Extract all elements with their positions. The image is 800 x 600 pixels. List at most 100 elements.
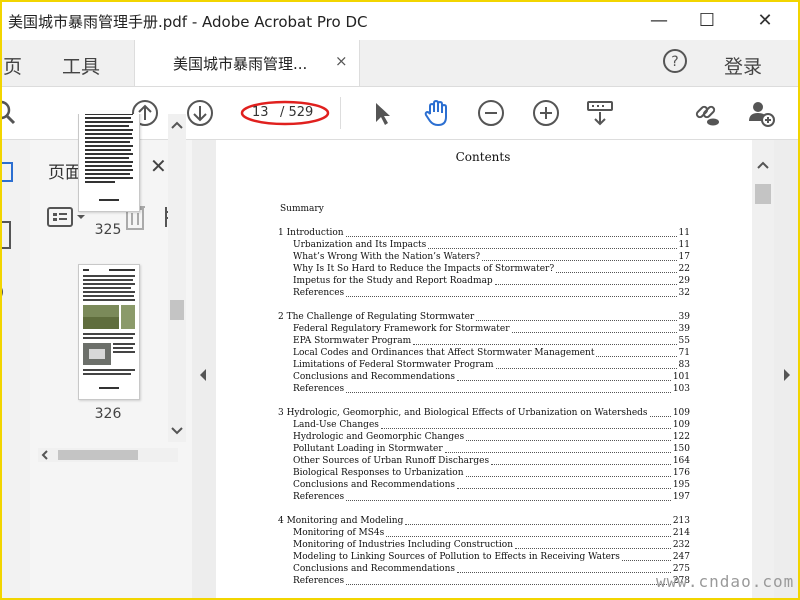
- toc-entry-title: Other Sources of Urban Runoff Discharges: [293, 456, 490, 466]
- toc-section[interactable]: Pollutant Loading in Stormwater 150: [293, 444, 690, 456]
- current-page-input[interactable]: 13: [252, 105, 269, 120]
- toc-chapter[interactable]: 3 Hydrologic, Geomorphic, and Biological…: [278, 408, 690, 420]
- toc-section[interactable]: Conclusions and Recommendations 101: [293, 372, 690, 384]
- thumbnail-image-preview: [83, 269, 135, 389]
- tab-document[interactable]: 美国城市暴雨管理... ×: [134, 40, 360, 86]
- toc-entry-title: 2 The Challenge of Regulating Stormwater: [278, 312, 475, 322]
- thumbnail-page[interactable]: [78, 114, 140, 212]
- maximize-button[interactable]: ☐: [684, 2, 730, 40]
- tab-row: 主页 工具 美国城市暴雨管理... × ? 登录: [2, 40, 798, 87]
- toc-section[interactable]: Conclusions and Recommendations 275: [293, 564, 690, 576]
- toc-section[interactable]: References 278: [293, 576, 690, 588]
- select-cursor-icon[interactable]: [368, 99, 396, 127]
- scroll-up-icon[interactable]: [757, 160, 769, 170]
- toc-section[interactable]: Impetus for the Study and Report Roadmap…: [293, 276, 690, 288]
- right-collapse-bar[interactable]: [774, 140, 798, 598]
- toc-section[interactable]: Limitations of Federal Stormwater Progra…: [293, 360, 690, 372]
- page-number-field[interactable]: 13 / 529: [240, 100, 330, 126]
- toc-entry-title: References: [293, 492, 345, 502]
- toc-section[interactable]: What’s Wrong With the Nation’s Waters? 17: [293, 252, 690, 264]
- toc-chapter[interactable]: 4 Monitoring and Modeling 213: [278, 516, 690, 528]
- toc-leader-dots: [494, 276, 677, 285]
- toc-chapter[interactable]: 2 The Challenge of Regulating Stormwater…: [278, 312, 690, 324]
- toc-chapter[interactable]: 1 Introduction 11: [278, 228, 690, 240]
- toc-entry-page: 83: [678, 360, 690, 370]
- toc-section[interactable]: Land-Use Changes 109: [293, 420, 690, 432]
- summary-entry[interactable]: Summary: [280, 204, 324, 214]
- toc-entry-page: 101: [672, 372, 690, 382]
- tab-tools[interactable]: 工具: [62, 52, 100, 79]
- document-scrollbar[interactable]: [752, 140, 774, 598]
- scroll-left-icon[interactable]: [40, 450, 50, 460]
- minimize-button[interactable]: —: [636, 2, 682, 40]
- toc-entry-page: 213: [672, 516, 690, 526]
- scroll-up-icon[interactable]: [171, 120, 183, 130]
- toc-section[interactable]: Modeling to Linking Sources of Pollution…: [293, 552, 690, 564]
- toc-section[interactable]: Why Is It So Hard to Reduce the Impacts …: [293, 264, 690, 276]
- toc-section[interactable]: Hydrologic and Geomorphic Changes 122: [293, 432, 690, 444]
- toc-entry-title: Conclusions and Recommendations: [293, 564, 455, 574]
- toc-section[interactable]: Local Codes and Ordinances that Affect S…: [293, 348, 690, 360]
- scrollbar-thumb[interactable]: [755, 184, 771, 204]
- close-window-button[interactable]: ✕: [742, 2, 788, 40]
- svg-text:?: ?: [671, 54, 678, 70]
- login-button[interactable]: 登录: [724, 52, 762, 79]
- toc-leader-dots: [621, 552, 671, 561]
- next-page-icon[interactable]: [186, 99, 214, 127]
- toc-entry-title: Federal Regulatory Framework for Stormwa…: [293, 324, 510, 334]
- thumbnail-scrollbar[interactable]: [168, 114, 186, 442]
- add-user-icon[interactable]: [747, 99, 775, 127]
- toc-section[interactable]: Urbanization and Its Impacts 11: [293, 240, 690, 252]
- toc-leader-dots: [457, 564, 671, 573]
- share-link-icon[interactable]: [692, 99, 720, 127]
- h-scrollbar-thumb[interactable]: [58, 450, 138, 460]
- toc-entry-page: 232: [672, 540, 690, 550]
- toc-section[interactable]: Conclusions and Recommendations 195: [293, 480, 690, 492]
- toc-entry-page: 39: [678, 324, 690, 334]
- hand-tool-icon[interactable]: [422, 99, 450, 127]
- left-collapse-bar[interactable]: [192, 140, 216, 598]
- pages-icon[interactable]: [0, 160, 16, 184]
- toc-entry-page: 29: [678, 276, 690, 286]
- search-icon[interactable]: [0, 99, 18, 127]
- title-bar: 美国城市暴雨管理手册.pdf - Adobe Acrobat Pro DC — …: [2, 2, 798, 40]
- zoom-in-icon[interactable]: [532, 99, 560, 127]
- acrobat-window: 美国城市暴雨管理手册.pdf - Adobe Acrobat Pro DC — …: [0, 0, 800, 600]
- toc-section[interactable]: References 32: [293, 288, 690, 300]
- document-tab-close-button[interactable]: ×: [335, 52, 348, 70]
- toc-section[interactable]: Other Sources of Urban Runoff Discharges…: [293, 456, 690, 468]
- toc-entry-page: 197: [672, 492, 690, 502]
- help-circle-icon[interactable]: ?: [662, 48, 688, 74]
- left-nav-strip: [2, 140, 31, 598]
- toc-entry-title: 3 Hydrologic, Geomorphic, and Biological…: [278, 408, 648, 418]
- thumbnail-h-scrollbar[interactable]: [38, 448, 178, 462]
- toc-entry-title: Monitoring of Industries Including Const…: [293, 540, 513, 550]
- toc-section[interactable]: Federal Regulatory Framework for Stormwa…: [293, 324, 690, 336]
- toc-section[interactable]: References 103: [293, 384, 690, 396]
- toc-section[interactable]: Biological Responses to Urbanization 176: [293, 468, 690, 480]
- collapse-left-icon[interactable]: [198, 368, 208, 382]
- toc-leader-dots: [346, 384, 671, 393]
- toc-entry-title: References: [293, 576, 345, 586]
- thumbnail-page[interactable]: [78, 264, 140, 400]
- bookmarks-icon[interactable]: [0, 220, 16, 250]
- toc-section[interactable]: References 197: [293, 492, 690, 504]
- attachment-icon[interactable]: [0, 280, 16, 304]
- toc-section[interactable]: Monitoring of Industries Including Const…: [293, 540, 690, 552]
- scroll-mode-icon[interactable]: [586, 99, 614, 127]
- toc-section[interactable]: EPA Stormwater Program 55: [293, 336, 690, 348]
- toc-entry-title: Urbanization and Its Impacts: [293, 240, 427, 250]
- scroll-down-icon[interactable]: [171, 426, 183, 436]
- toc-entry-page: 71: [678, 348, 690, 358]
- toc-section[interactable]: Monitoring of MS4s 214: [293, 528, 690, 540]
- collapse-right-icon[interactable]: [782, 368, 792, 382]
- toc-entry-title: Pollutant Loading in Stormwater: [293, 444, 443, 454]
- toc-entry-title: References: [293, 384, 345, 394]
- toolbar-divider: [340, 97, 341, 129]
- scrollbar-thumb[interactable]: [170, 300, 184, 320]
- toc-entry-page: 55: [678, 336, 690, 346]
- toc-leader-dots: [457, 372, 671, 381]
- tab-home[interactable]: 主页: [2, 52, 22, 79]
- toc-leader-dots: [386, 528, 671, 537]
- zoom-out-icon[interactable]: [477, 99, 505, 127]
